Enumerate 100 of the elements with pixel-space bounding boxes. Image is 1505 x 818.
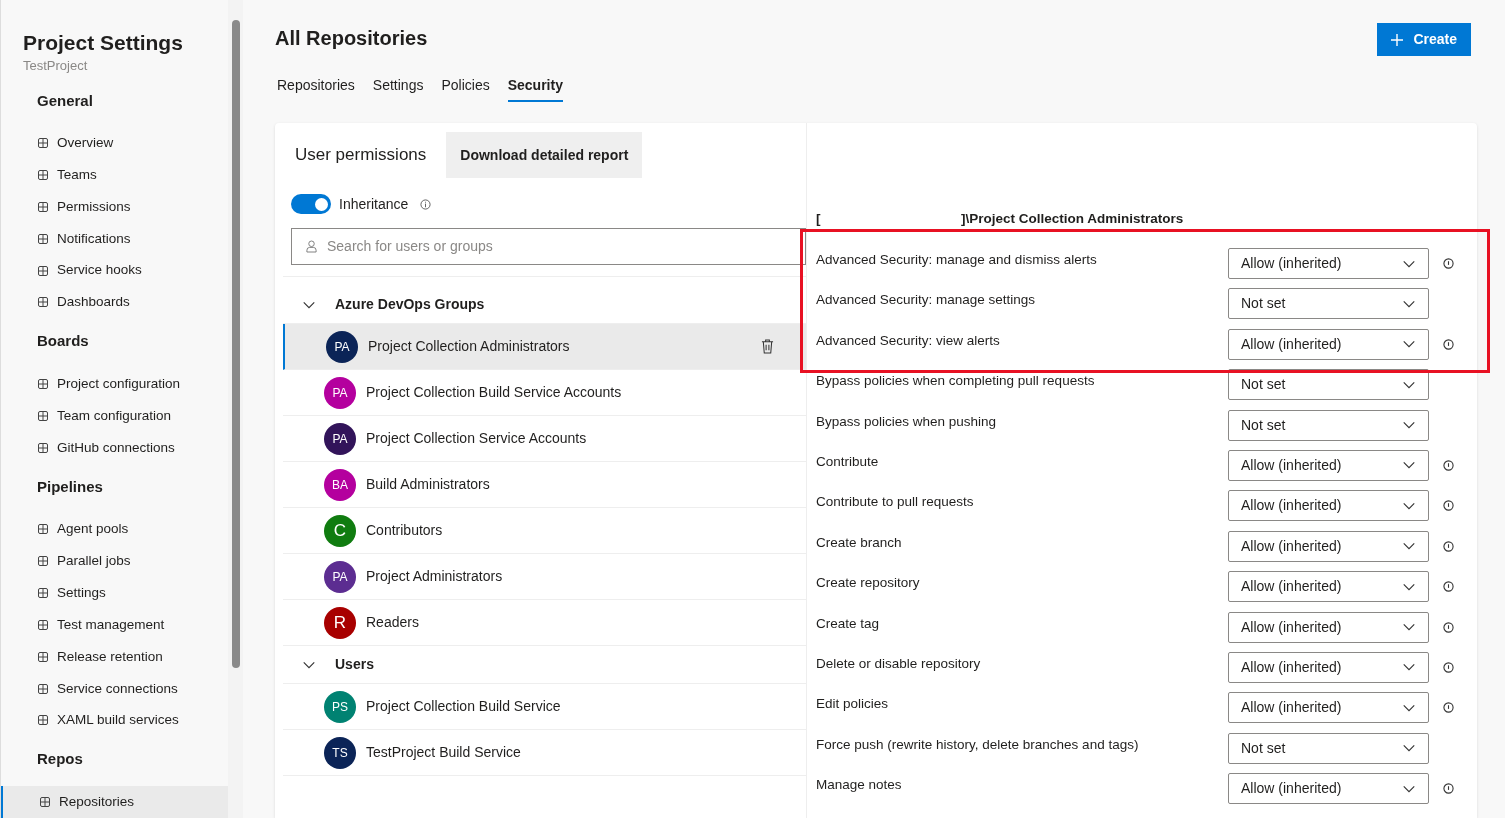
info-icon[interactable]	[1442, 661, 1454, 673]
panel-title: User permissions	[295, 144, 427, 167]
avatar: PS	[324, 690, 356, 723]
nav-icon	[37, 409, 49, 422]
tab[interactable]: Security	[507, 70, 563, 102]
nav-item[interactable]: Team configuration	[1, 400, 228, 432]
nav-item[interactable]: Parallel jobs	[1, 545, 228, 578]
permission-name: Contribute to pull requests	[816, 493, 975, 512]
permission-name: Create tag	[816, 614, 881, 633]
nav-icon	[37, 296, 49, 309]
section-heading: General	[36, 90, 94, 111]
permission-name: Advanced Security: view alerts	[816, 331, 1001, 350]
tab[interactable]: Settings	[372, 70, 424, 102]
plus-icon	[1391, 33, 1404, 46]
info-icon[interactable]	[1442, 702, 1454, 714]
member-row[interactable]: R Readers	[283, 600, 806, 646]
nav-item[interactable]: Settings	[1, 577, 228, 610]
nav-icon	[37, 200, 49, 213]
nav-item[interactable]: Project configuration	[1, 368, 228, 401]
nav-icon	[37, 682, 49, 695]
nav-item[interactable]: Repositories	[1, 786, 228, 818]
member-name: Project Collection Build Service Accounts	[366, 383, 623, 402]
info-icon[interactable]	[1442, 783, 1454, 795]
permission-dropdown[interactable]: Not set	[1228, 732, 1429, 764]
permission-dropdown[interactable]: Allow (inherited)	[1228, 611, 1429, 643]
nav-item[interactable]: GitHub connections	[1, 431, 228, 464]
permission-dropdown[interactable]: Allow (inherited)	[1228, 692, 1429, 724]
permission-dropdown[interactable]: Allow (inherited)	[1228, 530, 1429, 562]
scrollbar-thumb[interactable]	[231, 20, 240, 668]
permission-dropdown[interactable]: Allow (inherited)	[1228, 449, 1429, 481]
section-heading: Repos	[36, 749, 84, 770]
permission-dropdown[interactable]: Allow (inherited)	[1228, 571, 1429, 603]
info-icon[interactable]	[1442, 540, 1454, 552]
nav-item[interactable]: Permissions	[1, 191, 228, 223]
create-button[interactable]: Create	[1377, 23, 1471, 56]
permission-dropdown[interactable]: Not set	[1228, 409, 1429, 441]
member-name: Contributors	[366, 521, 444, 540]
search-input[interactable]: Search for users or groups	[327, 236, 791, 257]
avatar: PA	[324, 422, 356, 455]
nav-icon	[37, 714, 49, 727]
member-row[interactable]: PA Project Collection Administrators	[283, 324, 806, 370]
permission-name: Bypass policies when pushing	[816, 412, 998, 431]
nav-item[interactable]: Release retention	[1, 640, 228, 673]
member-name: Project Collection Service Accounts	[366, 429, 588, 448]
permission-dropdown[interactable]: Allow (inherited)	[1228, 328, 1429, 360]
nav-icon	[37, 232, 49, 245]
info-icon	[420, 198, 432, 210]
permission-name: Bypass policies when completing pull requests	[816, 372, 1096, 391]
permission-dropdown[interactable]: Not set	[1228, 288, 1429, 320]
group-heading: Users	[335, 655, 374, 674]
tab[interactable]: Repositories	[277, 70, 355, 102]
nav-item[interactable]: Test management	[1, 609, 228, 641]
nav-item[interactable]: Agent pools	[1, 513, 228, 546]
identity-bracket: [	[816, 210, 822, 228]
member-row[interactable]: PA Project Collection Service Accounts	[283, 416, 806, 462]
permission-dropdown[interactable]: Allow (inherited)	[1228, 651, 1429, 683]
avatar: PA	[324, 376, 356, 409]
tab[interactable]: Policies	[441, 70, 490, 102]
permission-dropdown[interactable]: Allow (inherited)	[1228, 490, 1429, 522]
nav-icon	[37, 441, 49, 454]
info-icon[interactable]	[1442, 581, 1454, 593]
info-icon[interactable]	[1442, 258, 1454, 269]
delete-icon[interactable]	[761, 339, 774, 354]
permission-name: Contribute	[816, 452, 880, 471]
member-name: Project Administrators	[366, 567, 504, 586]
permission-dropdown[interactable]: Allow (inherited)	[1228, 773, 1429, 805]
permission-dropdown[interactable]: Not set	[1228, 369, 1429, 401]
member-row[interactable]: C Contributors	[283, 508, 806, 554]
nav-icon	[37, 555, 49, 568]
avatar: C	[324, 514, 356, 547]
member-row[interactable]: PA Project Collection Build Service Accounts	[283, 370, 806, 416]
member-row[interactable]: PA Project Administrators	[283, 554, 806, 600]
permission-name: Edit policies	[816, 695, 890, 714]
permission-name: Force push (rewrite history, delete branches and tags)	[816, 735, 1140, 754]
nav-icon	[37, 618, 49, 631]
permission-dropdown[interactable]: Allow (inherited)	[1228, 248, 1429, 279]
info-icon[interactable]	[1442, 338, 1454, 350]
info-icon[interactable]	[1442, 459, 1454, 471]
member-row[interactable]: BA Build Administrators	[283, 462, 806, 508]
section-heading: Boards	[36, 331, 90, 352]
member-name: Project Collection Administrators	[368, 337, 571, 356]
nav-item[interactable]: Notifications	[1, 222, 228, 255]
member-row[interactable]: PS Project Collection Build Service	[283, 684, 806, 730]
avatar: PA	[324, 560, 356, 593]
search-field[interactable]: Search for users or groups	[291, 228, 806, 265]
nav-icon	[37, 264, 49, 277]
nav-item[interactable]: Service hooks	[1, 254, 228, 287]
nav-item[interactable]: Service connections	[1, 672, 228, 705]
identity-name: ]\Project Collection Administrators	[961, 210, 1184, 228]
member-row[interactable]: TS TestProject Build Service	[283, 730, 806, 776]
info-icon[interactable]	[1442, 500, 1454, 512]
download-report-button[interactable]: Download detailed report	[446, 132, 643, 178]
nav-icon	[37, 587, 49, 600]
nav-item[interactable]: XAML build services	[1, 704, 228, 737]
nav-item[interactable]: Overview	[1, 127, 228, 160]
nav-item[interactable]: Teams	[1, 159, 228, 192]
nav-item[interactable]: Dashboards	[1, 286, 228, 319]
toggle-label: Inheritance	[339, 194, 409, 214]
info-icon[interactable]	[1442, 621, 1454, 633]
inheritance-toggle[interactable]	[291, 194, 331, 214]
